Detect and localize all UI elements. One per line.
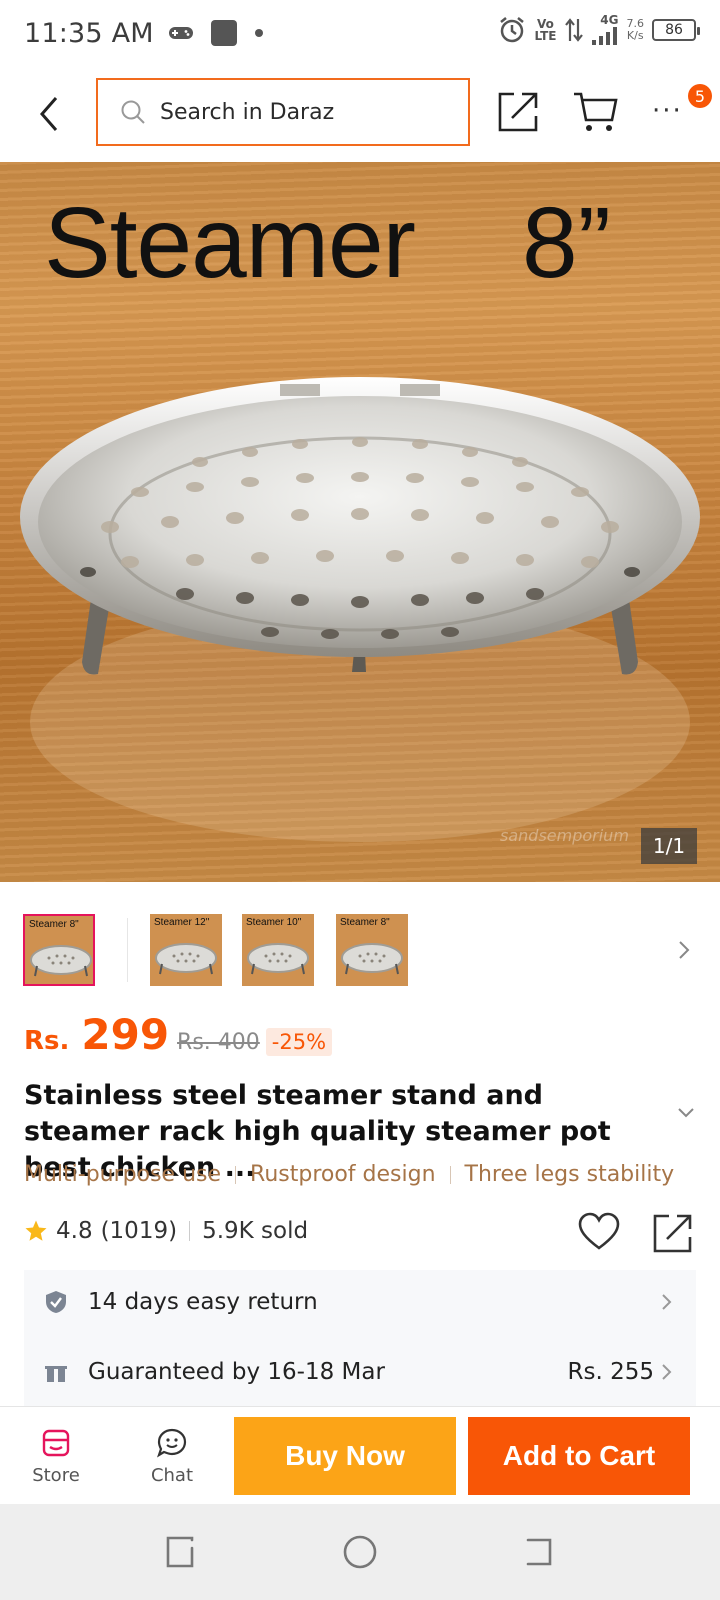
more-options-icon[interactable]: ··· <box>652 96 692 126</box>
star-icon <box>25 1220 47 1241</box>
battery-icon: 86 <box>652 19 700 41</box>
delivery-truck-icon <box>45 1362 67 1382</box>
rating-row[interactable]: 4.8 (1019) 5.9K sold <box>24 1218 308 1244</box>
share-icon[interactable] <box>652 1212 694 1254</box>
search-placeholder: Search in Daraz <box>160 99 335 125</box>
thumbnail-label: Steamer 12" <box>154 917 210 928</box>
thumbnail-label: Steamer 8" <box>29 919 79 930</box>
app-square-icon <box>210 20 237 46</box>
sold-count: 5.9K sold <box>202 1218 309 1244</box>
thumbnail-3[interactable]: Steamer 10" <box>242 914 314 986</box>
top-header: Search in Daraz ··· 5 <box>0 66 720 162</box>
delivery-row[interactable]: Guaranteed by 16-18 Mar Rs. 255 <box>24 1342 696 1402</box>
discount-badge: -25% <box>265 1028 333 1056</box>
price-currency: Rs. <box>24 1026 70 1056</box>
network-type: 4G <box>600 13 619 27</box>
rating-count: (1019) <box>100 1218 178 1244</box>
store-button[interactable]: Store <box>16 1407 96 1505</box>
data-arrows-icon <box>564 18 583 42</box>
store-icon <box>42 1429 70 1456</box>
alarm-icon <box>500 17 525 43</box>
rating-divider <box>189 1221 191 1241</box>
hero-title: Steamer <box>44 187 416 299</box>
chevron-down-icon[interactable] <box>676 1102 696 1122</box>
store-label: Store <box>32 1464 80 1486</box>
status-bar: 11:35 AM Vo LTE 4G 7.6 K/s 86 <box>0 0 720 66</box>
feature-tags: Multi-purpose use Rustproof design Three… <box>24 1162 674 1187</box>
rating-score: 4.8 <box>56 1218 93 1244</box>
recent-apps-icon[interactable] <box>162 1534 198 1570</box>
thumbnail-4[interactable]: Steamer 8" <box>336 914 408 986</box>
battery-level: 86 <box>665 22 683 38</box>
delivery-text: Guaranteed by 16-18 Mar <box>88 1359 385 1385</box>
chat-icon <box>157 1428 187 1457</box>
thumbnail-label: Steamer 8" <box>340 917 390 928</box>
cart-badge: 5 <box>688 84 712 108</box>
feature-tag: Multi-purpose use <box>24 1162 222 1187</box>
status-notification-icons <box>168 19 264 47</box>
feature-tag: Three legs stability <box>464 1162 675 1187</box>
return-text: 14 days easy return <box>88 1289 318 1315</box>
network-speed: 7.6 K/s <box>626 17 645 42</box>
delivery-fee: Rs. 255 <box>567 1359 655 1385</box>
search-input[interactable]: Search in Daraz <box>96 78 470 146</box>
back-nav-icon[interactable] <box>522 1534 558 1570</box>
volte-indicator: Vo LTE <box>534 17 557 43</box>
price-row: Rs. 299 Rs. 400 -25% <box>24 1010 333 1062</box>
return-policy-row[interactable]: 14 days easy return <box>24 1272 696 1332</box>
feature-divider <box>235 1165 237 1184</box>
chevron-right-icon <box>662 1294 672 1310</box>
thumbnail-2[interactable]: Steamer 12" <box>150 914 222 986</box>
signal-group: 4G <box>591 14 619 46</box>
cart-icon[interactable] <box>572 90 620 134</box>
dot-icon <box>254 29 263 37</box>
heart-icon[interactable] <box>578 1212 620 1252</box>
thumbnail-1[interactable]: Steamer 8" <box>23 914 95 986</box>
thumbnail-strip: Steamer 8" Steamer 12" Steamer 10" Steam… <box>0 908 720 992</box>
back-arrow-icon[interactable] <box>30 92 70 136</box>
thumbnail-label: Steamer 10" <box>246 917 302 928</box>
hero-size: 8” <box>522 187 611 299</box>
status-time: 11:35 AM <box>24 17 154 49</box>
feature-tag: Rustproof design <box>250 1162 436 1187</box>
search-icon <box>121 100 145 124</box>
feature-divider <box>449 1165 451 1184</box>
chat-button[interactable]: Chat <box>132 1407 212 1505</box>
signal-icon <box>591 27 617 45</box>
bottom-action-bar: Store Chat Buy Now Add to Cart <box>0 1406 720 1504</box>
chevron-right-icon <box>662 1364 672 1380</box>
shield-check-icon <box>46 1291 66 1313</box>
product-image[interactable]: Steamer 8” sandsemporium 1/1 <box>0 162 720 882</box>
status-system-icons: Vo LTE 4G 7.6 K/s 86 <box>498 14 700 46</box>
buy-now-button[interactable]: Buy Now <box>234 1417 456 1495</box>
system-navigation-bar <box>0 1504 720 1600</box>
chevron-right-icon[interactable] <box>674 936 694 964</box>
share-icon[interactable] <box>496 90 540 134</box>
image-watermark: sandsemporium <box>500 826 629 845</box>
thumbnail-divider <box>127 918 128 982</box>
gamepad-icon <box>168 27 193 39</box>
price-value: 299 <box>81 1010 170 1059</box>
add-to-cart-button[interactable]: Add to Cart <box>468 1417 690 1495</box>
home-icon[interactable] <box>342 1534 378 1570</box>
original-price: Rs. 400 <box>177 1030 260 1055</box>
chat-label: Chat <box>150 1464 194 1486</box>
service-panel: 14 days easy return Guaranteed by 16-18 … <box>24 1270 696 1406</box>
image-counter: 1/1 <box>641 828 697 864</box>
